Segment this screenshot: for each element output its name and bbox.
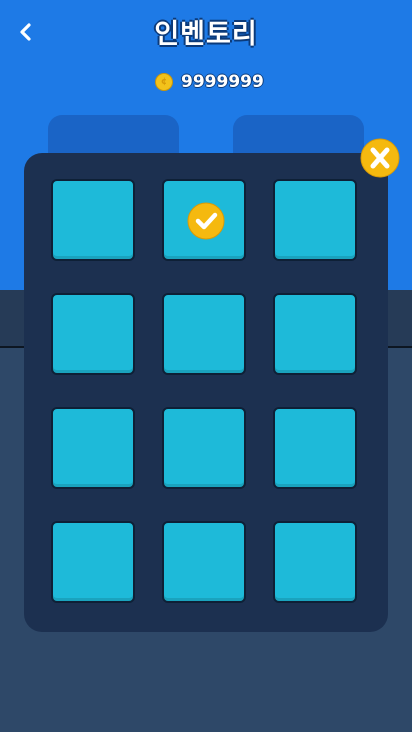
inventory-slot[interactable] <box>162 293 246 375</box>
coin-icon: ¢ <box>155 73 173 91</box>
inventory-panel <box>24 153 388 632</box>
close-button[interactable] <box>360 138 400 178</box>
inventory-slot[interactable] <box>51 179 135 261</box>
close-icon <box>360 138 400 178</box>
inventory-slot[interactable] <box>273 179 357 261</box>
inventory-slot[interactable] <box>51 407 135 489</box>
currency-display: ¢ 9999999 <box>155 71 264 93</box>
inventory-slot[interactable] <box>51 521 135 603</box>
page-title: 인벤토리 <box>154 19 258 50</box>
inventory-slot[interactable] <box>273 521 357 603</box>
inventory-slot[interactable] <box>162 521 246 603</box>
inventory-slot[interactable] <box>162 407 246 489</box>
inventory-slot[interactable] <box>273 293 357 375</box>
inventory-slot[interactable] <box>162 179 246 261</box>
inventory-slot[interactable] <box>51 293 135 375</box>
inventory-slot[interactable] <box>273 407 357 489</box>
checkmark-icon <box>187 202 225 240</box>
currency-amount: 9999999 <box>181 72 264 92</box>
